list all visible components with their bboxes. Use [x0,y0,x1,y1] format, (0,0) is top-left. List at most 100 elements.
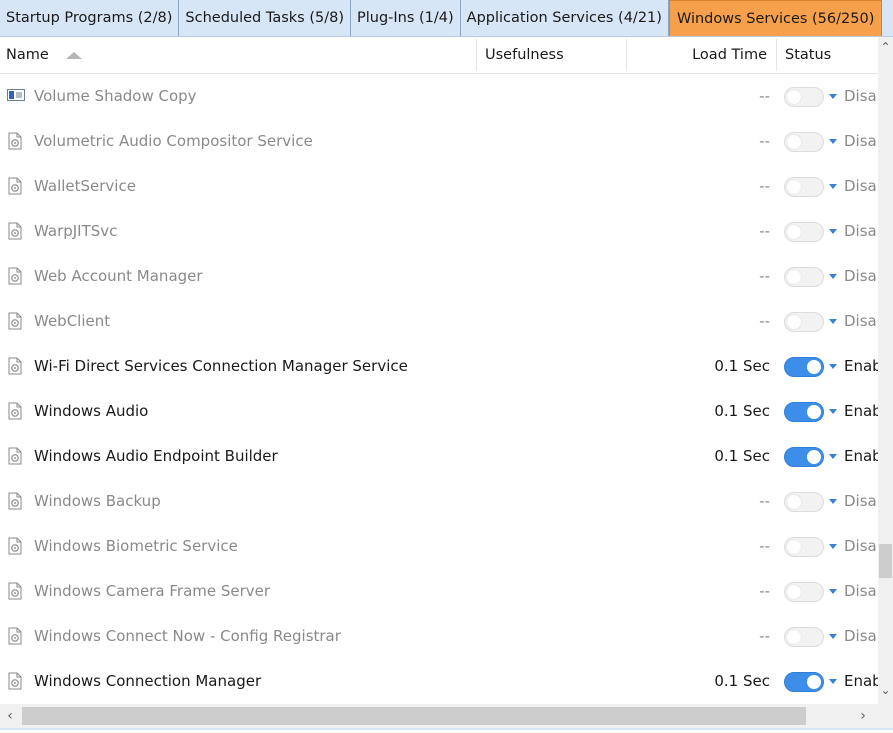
chevron-down-icon[interactable] [829,454,837,459]
chevron-down-icon[interactable] [829,364,837,369]
chevron-down-icon[interactable] [829,229,837,234]
status-toggle[interactable] [784,177,824,197]
column-divider[interactable] [626,39,627,71]
service-gear-icon [7,132,23,150]
service-status: Disa [844,312,877,330]
table-row[interactable]: WebClient -- Disa [0,299,878,344]
status-toggle[interactable] [784,132,824,152]
chevron-down-icon[interactable] [829,409,837,414]
toggle-knob [787,270,801,284]
service-status: Disa [844,267,877,285]
service-name: Windows Connection Manager [34,672,262,690]
column-load-time-header[interactable]: Load Time [692,37,767,73]
chevron-down-icon[interactable] [829,499,837,504]
table-row[interactable]: Volume Shadow Copy -- Disa [0,74,878,119]
service-status: Enab [844,447,878,465]
tab-windows-services[interactable]: Windows Services (56/250) [668,0,883,36]
column-divider[interactable] [776,39,777,71]
status-toggle[interactable] [784,267,824,287]
chevron-down-icon[interactable] [829,139,837,144]
horizontal-scroll-thumb[interactable] [22,707,806,725]
table-row[interactable]: WalletService -- Disa [0,164,878,209]
vertical-scroll-thumb[interactable] [879,544,892,578]
volume-shadow-icon [7,87,25,105]
service-gear-icon [7,537,23,555]
table-row[interactable]: Windows Camera Frame Server -- Disa [0,569,878,614]
tab-bar: Startup Programs (2/8) Scheduled Tasks (… [0,0,893,37]
table-row[interactable]: Wi-Fi Direct Services Connection Manager… [0,344,878,389]
service-load-time: -- [759,132,770,150]
status-toggle[interactable] [784,447,824,467]
column-name-label: Name [6,47,49,63]
table-row[interactable]: Windows Audio Endpoint Builder 0.1 Sec Ena… [0,434,878,479]
service-gear-icon [7,402,23,420]
status-toggle[interactable] [784,582,824,602]
service-status: Disa [844,537,877,555]
service-name: WalletService [34,177,136,195]
table-row[interactable]: Windows Connection Manager 0.1 Sec Enab [0,659,878,704]
toggle-knob [787,90,801,104]
service-name: WarpJITSvc [34,222,118,240]
toggle-knob [807,360,821,374]
sort-ascending-icon[interactable] [66,52,82,59]
table-row[interactable]: Windows Biometric Service -- Disa [0,524,878,569]
service-load-time: -- [759,177,770,195]
service-gear-icon [7,177,23,195]
service-status: Disa [844,582,877,600]
tab-plug-ins[interactable]: Plug-Ins (1/4) [351,0,461,36]
chevron-down-icon[interactable] [829,679,837,684]
status-toggle[interactable] [784,672,824,692]
service-load-time: -- [759,312,770,330]
status-toggle[interactable] [784,357,824,377]
service-status: Disa [844,177,877,195]
table-row[interactable]: Windows Backup -- Disa [0,479,878,524]
column-name-header[interactable]: Name [6,37,49,73]
table-row[interactable]: Web Account Manager -- Disa [0,254,878,299]
service-load-time: 0.1 Sec [714,672,770,690]
chevron-down-icon[interactable] [829,544,837,549]
service-name: Windows Audio Endpoint Builder [34,447,278,465]
chevron-down-icon[interactable] [829,184,837,189]
chevron-down-icon[interactable] [829,319,837,324]
table-row[interactable]: Windows Audio 0.1 Sec Enab [0,389,878,434]
table-row[interactable]: Volumetric Audio Compositor Service -- Dis… [0,119,878,164]
service-status: Enab [844,672,878,690]
chevron-right-icon[interactable]: › [855,707,871,725]
status-toggle[interactable] [784,312,824,332]
tab-application-services[interactable]: Application Services (4/21) [461,0,669,36]
chevron-down-icon[interactable] [829,634,837,639]
status-toggle[interactable] [784,492,824,512]
vertical-scrollbar[interactable]: ⌃ ⌄ [878,37,893,704]
status-toggle[interactable] [784,627,824,647]
service-load-time: -- [759,627,770,645]
service-load-time: -- [759,222,770,240]
status-toggle[interactable] [784,402,824,422]
chevron-down-icon[interactable] [829,589,837,594]
horizontal-scrollbar[interactable]: ‹ › [0,704,893,730]
chevron-down-icon[interactable] [829,274,837,279]
column-divider[interactable] [476,39,477,71]
table-row[interactable]: Windows Connect Now - Config Registrar --… [0,614,878,659]
chevron-down-icon[interactable] [829,94,837,99]
column-status-header[interactable]: Status [785,37,831,73]
toggle-knob [787,315,801,329]
tab-scheduled-tasks[interactable]: Scheduled Tasks (5/8) [179,0,351,36]
toggle-knob [787,630,801,644]
service-status: Enab [844,402,878,420]
service-status: Disa [844,132,877,150]
service-load-time: -- [759,582,770,600]
status-toggle[interactable] [784,222,824,242]
service-gear-icon [7,267,23,285]
tab-startup-programs[interactable]: Startup Programs (2/8) [0,0,180,36]
chevron-left-icon[interactable]: ‹ [2,707,18,725]
toggle-knob [807,450,821,464]
status-toggle[interactable] [784,87,824,107]
toggle-knob [787,225,801,239]
chevron-down-icon[interactable]: ⌄ [878,682,893,698]
chevron-up-icon[interactable]: ⌃ [878,39,893,55]
table-row[interactable]: WarpJITSvc -- Disa [0,209,878,254]
service-name: Volume Shadow Copy [34,87,197,105]
column-usefulness-header[interactable]: Usefulness [485,37,564,73]
service-status: Disa [844,87,877,105]
status-toggle[interactable] [784,537,824,557]
